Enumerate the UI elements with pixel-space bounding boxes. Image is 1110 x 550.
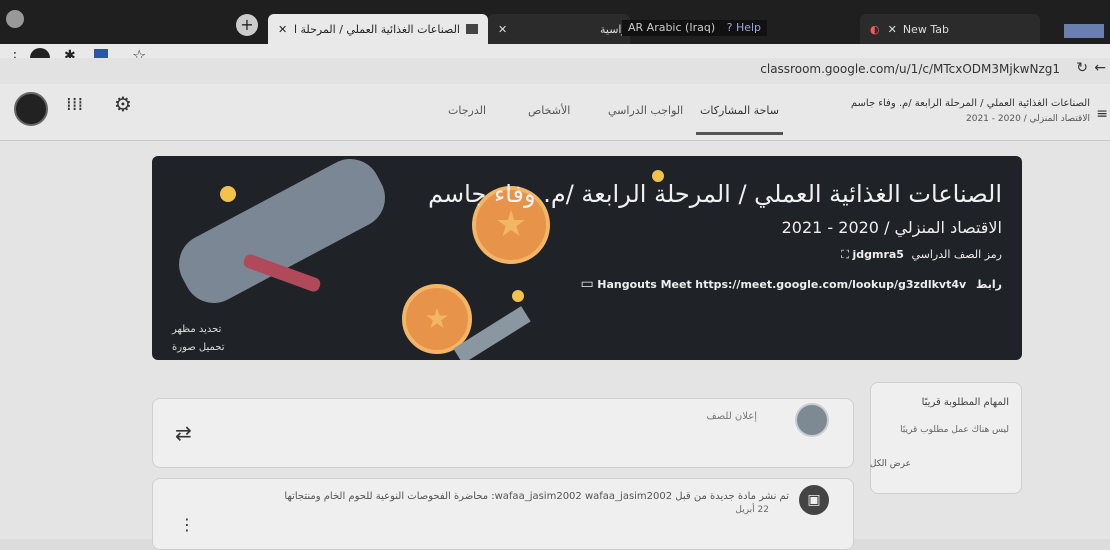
upcoming-empty-text: ليس هناك عمل مطلوب قريبًا: [900, 425, 1009, 435]
class-code-value[interactable]: jdgmra5: [852, 248, 903, 261]
view-all-link[interactable]: عرض الكل: [870, 459, 911, 469]
new-tab-favicon: ◐: [870, 22, 880, 36]
tab-stream[interactable]: ساحة المشاركات: [696, 104, 783, 135]
browser-tab-bar: + ✕ الصناعات الغذائية العملي / المرحلة ا…: [0, 0, 1110, 44]
tab-label: الصناعات الغذائية العملي / المرحلة الراب…: [295, 22, 460, 36]
material-post[interactable]: ⋮ تم نشر مادة جديدة من قبل wafaa_jasim20…: [152, 478, 854, 550]
tab-classwork[interactable]: الواجب الدراسي: [608, 104, 683, 117]
post-date: 22 أبريل: [735, 505, 769, 515]
tab-classroom[interactable]: ✕ الصناعات الغذائية العملي / المرحلة الر…: [268, 14, 488, 44]
video-camera-icon: ▭: [580, 276, 594, 292]
classroom-header: ⁞⁞⁞ ⚙ الدرجات الأشخاص الواجب الدراسي ساح…: [0, 84, 1110, 141]
help-label[interactable]: ? Help: [727, 21, 761, 34]
window-controls[interactable]: [1064, 24, 1104, 38]
apps-grid-icon[interactable]: ⁞⁞⁞: [66, 94, 83, 115]
close-icon[interactable]: ✕: [888, 23, 897, 36]
new-tab-icon[interactable]: +: [236, 14, 258, 36]
announcement-composer[interactable]: ⇄ إعلان للصف: [152, 398, 854, 468]
meet-link-row: رابط Hangouts Meet https://meet.google.c…: [581, 276, 1002, 292]
classroom-favicon: [466, 24, 478, 34]
address-bar[interactable]: classroom.google.com/u/1/c/MTcxODM3MjkwN…: [0, 58, 1110, 84]
update-theme-link[interactable]: تحديد مظهر: [172, 324, 221, 335]
header-class-subtitle: الاقتصاد المنزلي / 2020 - 2021: [966, 114, 1090, 124]
tab-new-tab[interactable]: ◐ ✕ New Tab: [860, 14, 1040, 44]
announce-placeholder[interactable]: إعلان للصف: [706, 411, 757, 422]
meet-url[interactable]: https://meet.google.com/lookup/g3zdlkvt4…: [695, 278, 966, 291]
settings-gear-icon[interactable]: ⚙: [114, 92, 132, 116]
language-indicator[interactable]: AR Arabic (Iraq) ? Help: [622, 20, 768, 36]
banner-subtitle: الاقتصاد المنزلي / 2020 - 2021: [781, 218, 1002, 237]
material-icon: ▣: [799, 485, 829, 515]
banner-title: الصناعات الغذائية العملي / المرحلة الراب…: [428, 180, 1002, 208]
close-icon[interactable]: ✕: [278, 23, 287, 36]
upcoming-title: المهام المطلوبة قريبًا: [921, 397, 1009, 408]
language-label: AR Arabic (Iraq): [628, 21, 716, 34]
hamburger-menu-icon[interactable]: ≡: [1096, 106, 1108, 122]
class-code-row: رمز الصف الدراسي jdgmra5 ⛶: [841, 248, 1002, 262]
upload-photo-link[interactable]: تحميل صورة: [172, 342, 225, 353]
diploma-scroll-illustration: [168, 156, 396, 314]
repost-icon[interactable]: ⇄: [175, 421, 192, 445]
browser-menu-icon[interactable]: [6, 10, 24, 28]
class-banner: ★ ★ الصناعات الغذائية العملي / المرحلة ا…: [152, 156, 1022, 360]
reload-icon[interactable]: ↻: [1076, 60, 1088, 76]
user-avatar: [795, 403, 829, 437]
account-avatar[interactable]: [14, 92, 48, 126]
more-options-icon[interactable]: ⋮: [179, 515, 195, 534]
decor-dot: [512, 290, 524, 302]
upcoming-work-card: المهام المطلوبة قريبًا ليس هناك عمل مطلو…: [870, 382, 1022, 494]
tab-grades[interactable]: الدرجات: [448, 104, 486, 117]
header-class-title: الصناعات الغذائية العملي / المرحلة الراب…: [850, 98, 1090, 109]
fullscreen-icon[interactable]: ⛶: [841, 248, 849, 261]
tab-label: New Tab: [902, 22, 949, 36]
decor-dot: [220, 186, 236, 202]
post-header: تم نشر مادة جديدة من قبل wafaa_jasim2002…: [284, 491, 789, 502]
url-text[interactable]: classroom.google.com/u/1/c/MTcxODM3MjkwN…: [760, 62, 1060, 76]
close-icon[interactable]: ✕: [498, 23, 507, 36]
class-code-label: رمز الصف الدراسي: [911, 248, 1002, 261]
tab-people[interactable]: الأشخاص: [528, 104, 570, 117]
back-icon[interactable]: ←: [1094, 60, 1106, 76]
